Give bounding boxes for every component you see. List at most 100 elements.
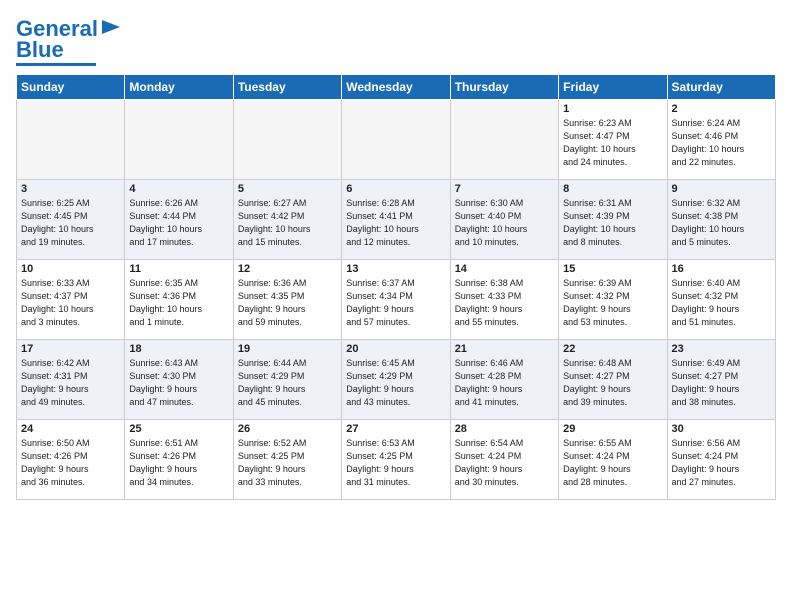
logo: General Blue <box>16 16 120 66</box>
logo-blue: Blue <box>16 39 64 61</box>
calendar-day-cell: 7 Sunrise: 6:30 AM Sunset: 4:40 PM Daylig… <box>450 180 558 260</box>
calendar-day-cell: 21 Sunrise: 6:46 AM Sunset: 4:28 PM Dayli… <box>450 340 558 420</box>
day-number: 2 <box>672 103 771 115</box>
day-info: Sunrise: 6:27 AM Sunset: 4:42 PM Dayligh… <box>238 197 337 249</box>
day-info: Sunrise: 6:56 AM Sunset: 4:24 PM Dayligh… <box>672 437 771 489</box>
day-info: Sunrise: 6:35 AM Sunset: 4:36 PM Dayligh… <box>129 277 228 329</box>
day-info: Sunrise: 6:38 AM Sunset: 4:33 PM Dayligh… <box>455 277 554 329</box>
calendar-header-row: SundayMondayTuesdayWednesdayThursdayFrid… <box>17 75 776 100</box>
weekday-header: Wednesday <box>342 75 450 100</box>
day-number: 12 <box>238 263 337 275</box>
calendar-day-cell: 19 Sunrise: 6:44 AM Sunset: 4:29 PM Dayli… <box>233 340 341 420</box>
calendar-day-cell: 12Sunrise: 6:36 AM Sunset: 4:35 PM Dayli… <box>233 260 341 340</box>
day-number: 10 <box>21 263 120 275</box>
day-number: 22 <box>563 343 662 355</box>
calendar-day-cell: 11 Sunrise: 6:35 AM Sunset: 4:36 PM Dayli… <box>125 260 233 340</box>
day-info: Sunrise: 6:23 AM Sunset: 4:47 PM Dayligh… <box>563 117 662 169</box>
calendar-day-cell: 14 Sunrise: 6:38 AM Sunset: 4:33 PM Dayli… <box>450 260 558 340</box>
day-number: 26 <box>238 423 337 435</box>
day-info: Sunrise: 6:25 AM Sunset: 4:45 PM Dayligh… <box>21 197 120 249</box>
day-number: 6 <box>346 183 445 195</box>
weekday-header: Tuesday <box>233 75 341 100</box>
calendar-day-cell: 8 Sunrise: 6:31 AM Sunset: 4:39 PM Daylig… <box>559 180 667 260</box>
calendar-day-cell: 18Sunrise: 6:43 AM Sunset: 4:30 PM Dayli… <box>125 340 233 420</box>
day-number: 16 <box>672 263 771 275</box>
weekday-header: Friday <box>559 75 667 100</box>
calendar-day-cell: 30 Sunrise: 6:56 AM Sunset: 4:24 PM Dayli… <box>667 420 775 500</box>
calendar-day-cell: 29 Sunrise: 6:55 AM Sunset: 4:24 PM Dayli… <box>559 420 667 500</box>
calendar-day-cell: 27Sunrise: 6:53 AM Sunset: 4:25 PM Dayli… <box>342 420 450 500</box>
calendar-day-cell: 15Sunrise: 6:39 AM Sunset: 4:32 PM Dayli… <box>559 260 667 340</box>
day-number: 1 <box>563 103 662 115</box>
calendar-day-cell <box>17 100 125 180</box>
weekday-header: Monday <box>125 75 233 100</box>
calendar-day-cell <box>125 100 233 180</box>
day-info: Sunrise: 6:26 AM Sunset: 4:44 PM Dayligh… <box>129 197 228 249</box>
day-number: 19 <box>238 343 337 355</box>
day-info: Sunrise: 6:31 AM Sunset: 4:39 PM Dayligh… <box>563 197 662 249</box>
day-info: Sunrise: 6:30 AM Sunset: 4:40 PM Dayligh… <box>455 197 554 249</box>
day-number: 9 <box>672 183 771 195</box>
calendar-day-cell: 24Sunrise: 6:50 AM Sunset: 4:26 PM Dayli… <box>17 420 125 500</box>
weekday-header: Thursday <box>450 75 558 100</box>
day-info: Sunrise: 6:50 AM Sunset: 4:26 PM Dayligh… <box>21 437 120 489</box>
calendar-week-row: 17Sunrise: 6:42 AM Sunset: 4:31 PM Dayli… <box>17 340 776 420</box>
calendar-week-row: 3 Sunrise: 6:25 AM Sunset: 4:45 PM Daylig… <box>17 180 776 260</box>
day-number: 8 <box>563 183 662 195</box>
calendar-week-row: 24Sunrise: 6:50 AM Sunset: 4:26 PM Dayli… <box>17 420 776 500</box>
day-number: 18 <box>129 343 228 355</box>
day-number: 13 <box>346 263 445 275</box>
calendar-day-cell: 10Sunrise: 6:33 AM Sunset: 4:37 PM Dayli… <box>17 260 125 340</box>
calendar-day-cell: 28Sunrise: 6:54 AM Sunset: 4:24 PM Dayli… <box>450 420 558 500</box>
day-number: 7 <box>455 183 554 195</box>
calendar-day-cell: 22 Sunrise: 6:48 AM Sunset: 4:27 PM Dayli… <box>559 340 667 420</box>
day-number: 14 <box>455 263 554 275</box>
calendar-day-cell: 17Sunrise: 6:42 AM Sunset: 4:31 PM Dayli… <box>17 340 125 420</box>
weekday-header: Sunday <box>17 75 125 100</box>
day-number: 27 <box>346 423 445 435</box>
day-info: Sunrise: 6:49 AM Sunset: 4:27 PM Dayligh… <box>672 357 771 409</box>
day-info: Sunrise: 6:37 AM Sunset: 4:34 PM Dayligh… <box>346 277 445 329</box>
day-info: Sunrise: 6:48 AM Sunset: 4:27 PM Dayligh… <box>563 357 662 409</box>
calendar-week-row: 10Sunrise: 6:33 AM Sunset: 4:37 PM Dayli… <box>17 260 776 340</box>
day-number: 5 <box>238 183 337 195</box>
calendar-day-cell: 13 Sunrise: 6:37 AM Sunset: 4:34 PM Dayli… <box>342 260 450 340</box>
day-info: Sunrise: 6:45 AM Sunset: 4:29 PM Dayligh… <box>346 357 445 409</box>
day-number: 25 <box>129 423 228 435</box>
calendar-day-cell: 3 Sunrise: 6:25 AM Sunset: 4:45 PM Daylig… <box>17 180 125 260</box>
day-number: 23 <box>672 343 771 355</box>
day-number: 4 <box>129 183 228 195</box>
day-info: Sunrise: 6:55 AM Sunset: 4:24 PM Dayligh… <box>563 437 662 489</box>
calendar-day-cell: 25 Sunrise: 6:51 AM Sunset: 4:26 PM Dayli… <box>125 420 233 500</box>
day-info: Sunrise: 6:46 AM Sunset: 4:28 PM Dayligh… <box>455 357 554 409</box>
weekday-header: Saturday <box>667 75 775 100</box>
day-info: Sunrise: 6:51 AM Sunset: 4:26 PM Dayligh… <box>129 437 228 489</box>
day-number: 3 <box>21 183 120 195</box>
calendar-day-cell: 9 Sunrise: 6:32 AM Sunset: 4:38 PM Daylig… <box>667 180 775 260</box>
calendar-day-cell: 2 Sunrise: 6:24 AM Sunset: 4:46 PM Daylig… <box>667 100 775 180</box>
day-info: Sunrise: 6:39 AM Sunset: 4:32 PM Dayligh… <box>563 277 662 329</box>
day-info: Sunrise: 6:32 AM Sunset: 4:38 PM Dayligh… <box>672 197 771 249</box>
calendar-table: SundayMondayTuesdayWednesdayThursdayFrid… <box>16 74 776 500</box>
logo-underline <box>16 63 96 66</box>
day-number: 21 <box>455 343 554 355</box>
day-info: Sunrise: 6:28 AM Sunset: 4:41 PM Dayligh… <box>346 197 445 249</box>
day-number: 11 <box>129 263 228 275</box>
day-number: 30 <box>672 423 771 435</box>
day-number: 29 <box>563 423 662 435</box>
day-info: Sunrise: 6:24 AM Sunset: 4:46 PM Dayligh… <box>672 117 771 169</box>
page: General Blue SundayMondayTuesdayWednesda… <box>0 0 792 508</box>
day-number: 20 <box>346 343 445 355</box>
calendar-day-cell: 23 Sunrise: 6:49 AM Sunset: 4:27 PM Dayli… <box>667 340 775 420</box>
calendar-day-cell <box>342 100 450 180</box>
day-info: Sunrise: 6:44 AM Sunset: 4:29 PM Dayligh… <box>238 357 337 409</box>
calendar-day-cell: 20 Sunrise: 6:45 AM Sunset: 4:29 PM Dayli… <box>342 340 450 420</box>
calendar-day-cell: 16Sunrise: 6:40 AM Sunset: 4:32 PM Dayli… <box>667 260 775 340</box>
calendar-day-cell: 26 Sunrise: 6:52 AM Sunset: 4:25 PM Dayli… <box>233 420 341 500</box>
day-info: Sunrise: 6:52 AM Sunset: 4:25 PM Dayligh… <box>238 437 337 489</box>
calendar-day-cell: 4 Sunrise: 6:26 AM Sunset: 4:44 PM Daylig… <box>125 180 233 260</box>
day-number: 28 <box>455 423 554 435</box>
calendar-day-cell: 1 Sunrise: 6:23 AM Sunset: 4:47 PM Daylig… <box>559 100 667 180</box>
calendar-day-cell: 5 Sunrise: 6:27 AM Sunset: 4:42 PM Daylig… <box>233 180 341 260</box>
day-number: 17 <box>21 343 120 355</box>
